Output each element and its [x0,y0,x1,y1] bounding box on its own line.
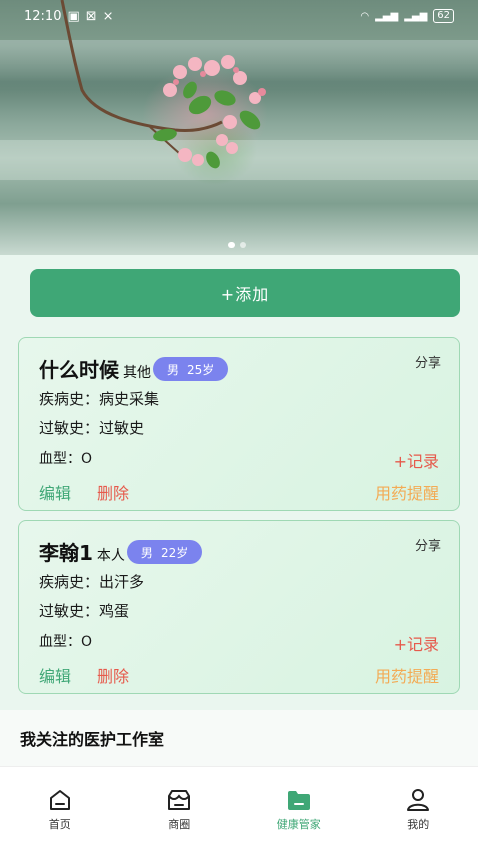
member-name: 李翰1 [39,541,93,565]
medication-reminder-button[interactable]: 用药提醒 [375,480,439,504]
edit-button[interactable]: 编辑 [39,663,71,687]
status-bar: 12:10 ▣ ⊠ ⨯ ◠ ▂▄▆ ▂▄▆ 62 [0,0,478,32]
share-button[interactable]: 分享 [415,535,441,554]
gender-age-badge: 男 22岁 [126,540,203,564]
gender-text: 男 [140,545,153,560]
share-button[interactable]: 分享 [415,352,441,371]
signal-icon: ▂▄▆ [375,10,399,22]
store-icon [168,790,191,810]
member-relation: 其他 [123,365,151,381]
carousel-indicator [228,242,246,248]
banner-carousel[interactable]: 12:10 ▣ ⊠ ⨯ ◠ ▂▄▆ ▂▄▆ 62 [0,0,478,255]
status-time: 12:10 [24,8,62,24]
followed-studios-section: 我关注的医护工作室 [0,710,478,766]
user-icon [407,789,430,811]
add-record-button[interactable]: +记录 [394,448,439,472]
gender-text: 男 [167,362,180,377]
disease-history: 疾病史：病史采集 [39,390,160,408]
tab-mine[interactable]: 我的 [373,787,463,832]
tab-home[interactable]: 首页 [15,787,105,832]
member-name: 什么时候 [39,358,119,382]
age-text: 25岁 [187,362,215,377]
folder-icon [287,791,310,810]
tab-business-circle[interactable]: 商圈 [134,787,224,832]
flower-branch-image [60,0,266,169]
message-icon: ▣ [67,8,80,24]
age-text: 22岁 [160,545,189,560]
add-member-button[interactable]: +添加 [30,269,460,317]
notification-icon: ⊠ [85,8,97,24]
wifi-icon: ◠ [360,10,370,22]
carousel-dot[interactable] [228,242,235,248]
bottom-tab-bar: 首页 商圈 健康管家 我的 [0,766,478,850]
delete-button[interactable]: 删除 [97,480,129,504]
member-header: 什么时候 其他 男 25岁 [39,354,229,383]
section-title: 我关注的医护工作室 [20,730,165,749]
edit-button[interactable]: 编辑 [39,480,71,504]
tab-label: 商圈 [168,818,191,831]
mute-icon: ⨯ [102,8,114,24]
tab-label: 健康管家 [276,818,321,831]
allergy-history: 过敏史：过敏史 [39,419,145,437]
tab-health-manager[interactable]: 健康管家 [254,787,344,832]
member-relation: 本人 [96,548,125,564]
member-header: 李翰1 本人 男 22岁 [39,537,203,566]
signal-icon: ▂▄▆ [404,10,428,22]
blood-type: 血型：O [39,451,93,467]
gender-age-badge: 男 25岁 [153,357,229,381]
battery-icon: 62 [433,9,454,23]
tab-label: 我的 [407,818,430,831]
delete-button[interactable]: 删除 [97,663,129,687]
member-card[interactable]: 李翰1 本人 男 22岁 分享 疾病史：出汗多 过敏史：鸡蛋 血型：O +记录 … [18,520,460,694]
blood-type: 血型：O [39,634,93,650]
member-card[interactable]: 什么时候 其他 男 25岁 分享 疾病史：病史采集 过敏史：过敏史 血型：O +… [18,337,460,511]
medication-reminder-button[interactable]: 用药提醒 [375,663,439,687]
disease-history: 疾病史：出汗多 [39,573,145,591]
carousel-dot[interactable] [240,242,246,248]
allergy-history: 过敏史：鸡蛋 [39,602,130,620]
add-record-button[interactable]: +记录 [394,631,439,655]
home-icon [49,790,70,810]
tab-label: 首页 [48,818,71,831]
